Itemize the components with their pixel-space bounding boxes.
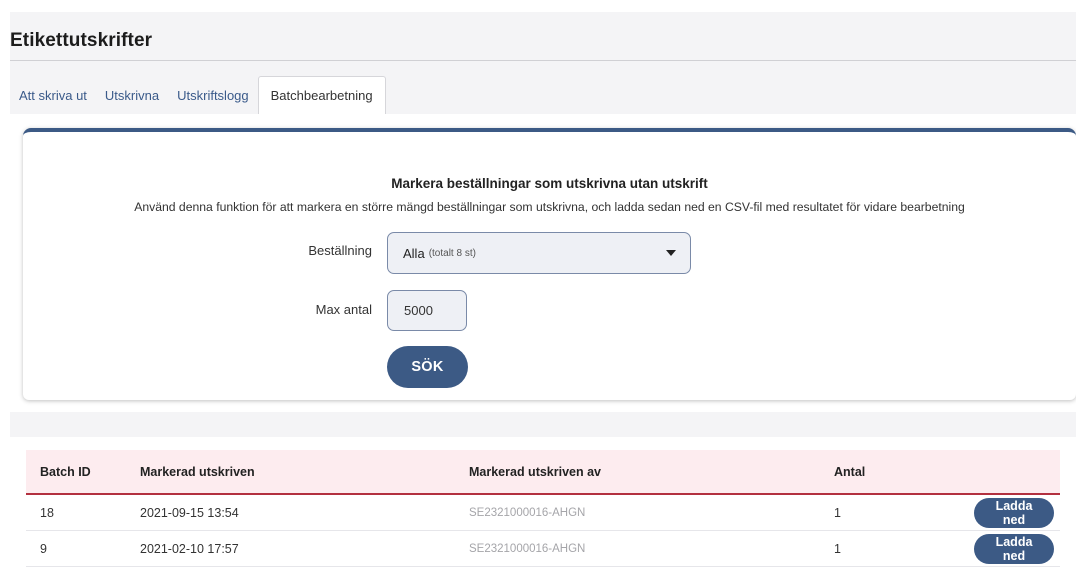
cell-actions: Ladda ned xyxy=(974,494,1060,531)
batch-table: Batch ID Markerad utskriven Markerad uts… xyxy=(26,450,1060,567)
download-button[interactable]: Ladda ned xyxy=(974,533,1054,564)
page-title: Etikettutskrifter xyxy=(10,30,153,51)
col-actions xyxy=(974,450,1060,495)
col-count: Antal xyxy=(834,450,974,495)
table-row: 9 2021-02-10 17:57 SE2321000016-AHGN 1 L… xyxy=(26,530,1060,567)
order-select[interactable]: Alla (totalt 8 st) xyxy=(387,232,691,274)
table-row: 18 2021-09-15 13:54 SE2321000016-AHGN 1 … xyxy=(26,494,1060,531)
card-description: Använd denna funktion för att markera en… xyxy=(134,200,965,214)
cell-actions: Ladda ned xyxy=(974,530,1060,567)
title-divider xyxy=(10,60,1076,61)
order-label: Beställning xyxy=(308,243,372,258)
col-marked-by: Markerad utskriven av xyxy=(469,450,834,495)
tab-bar: Att skriva ut Utskrivna Utskriftslogg Ba… xyxy=(10,76,386,114)
col-marked-at: Markerad utskriven xyxy=(140,450,469,495)
tab-batchbearbetning[interactable]: Batchbearbetning xyxy=(257,76,386,114)
cell-batch-id: 18 xyxy=(26,494,140,531)
cell-count: 1 xyxy=(834,530,974,567)
results-panel: Batch ID Markerad utskriven Markerad uts… xyxy=(10,437,1076,567)
tab-utskrivna[interactable]: Utskrivna xyxy=(96,76,168,114)
table-header-row: Batch ID Markerad utskriven Markerad uts… xyxy=(26,450,1060,495)
search-button[interactable]: SÖK xyxy=(387,346,468,388)
col-batch-id: Batch ID xyxy=(26,450,140,495)
cell-marked-by: SE2321000016-AHGN xyxy=(469,530,834,567)
max-count-label: Max antal xyxy=(315,302,372,317)
tab-utskriftslogg[interactable]: Utskriftslogg xyxy=(168,76,258,114)
cell-batch-id: 9 xyxy=(26,530,140,567)
cell-marked-at: 2021-02-10 17:57 xyxy=(140,530,469,567)
tab-att-skriva-ut[interactable]: Att skriva ut xyxy=(10,76,96,114)
order-select-hint: (totalt 8 st) xyxy=(428,247,476,259)
cell-count: 1 xyxy=(834,494,974,531)
cell-marked-by: SE2321000016-AHGN xyxy=(469,494,834,531)
cell-marked-at: 2021-09-15 13:54 xyxy=(140,494,469,531)
download-button[interactable]: Ladda ned xyxy=(974,497,1054,528)
batch-card: Markera beställningar som utskrivna utan… xyxy=(23,128,1076,400)
card-heading: Markera beställningar som utskrivna utan… xyxy=(391,176,708,191)
batch-panel: Markera beställningar som utskrivna utan… xyxy=(10,114,1076,412)
max-count-input[interactable] xyxy=(387,290,467,331)
chevron-down-icon xyxy=(666,250,676,256)
order-select-value: Alla xyxy=(403,245,425,261)
page-canvas: Etikettutskrifter Att skriva ut Utskrivn… xyxy=(10,12,1076,567)
